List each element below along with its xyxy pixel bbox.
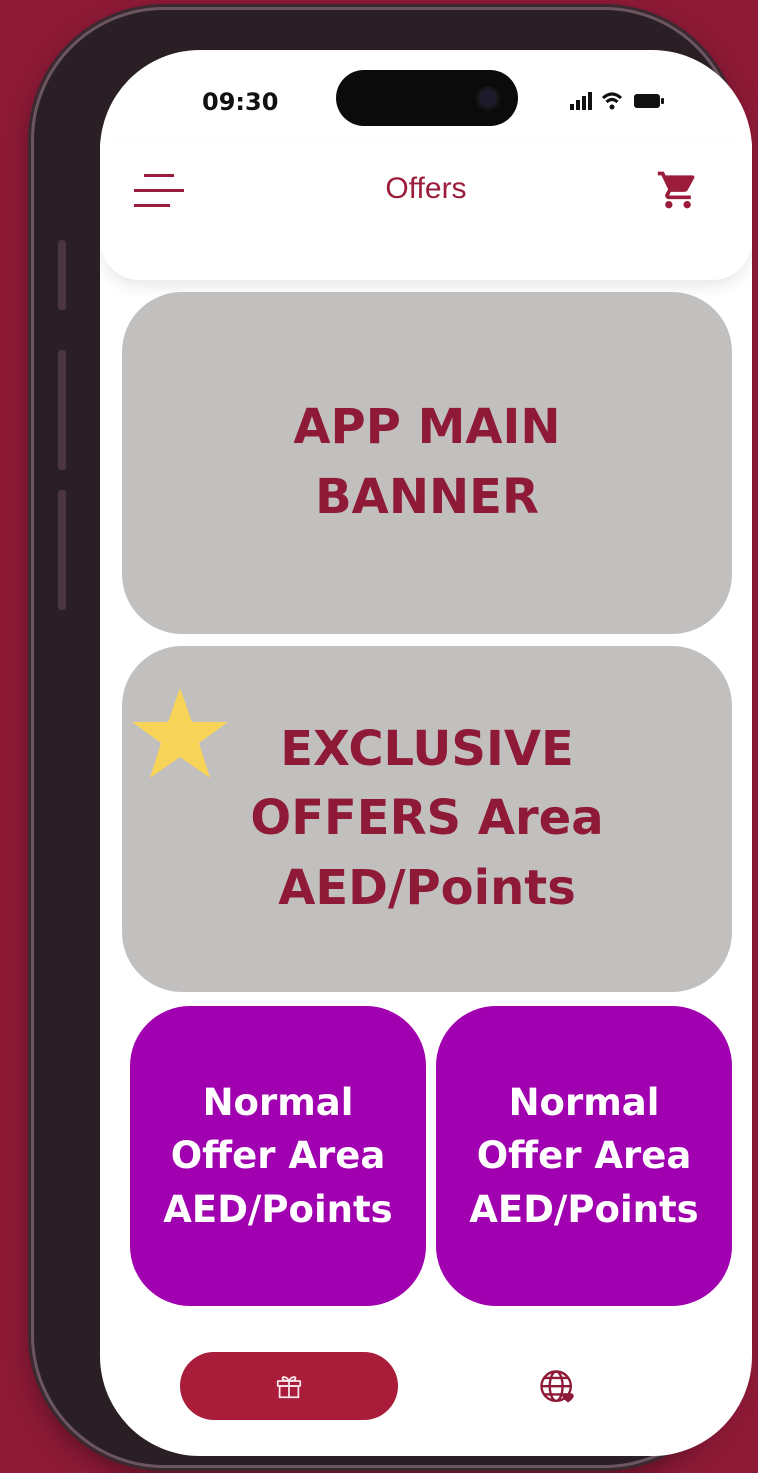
cart-button[interactable] <box>656 168 700 212</box>
side-button <box>58 240 66 310</box>
wifi-icon <box>602 92 622 110</box>
app-header: Offers <box>100 140 752 280</box>
side-button <box>58 490 66 610</box>
page-title: Offers <box>385 172 467 205</box>
offer-line: Normal <box>508 1080 660 1124</box>
exclusive-line: OFFERS Area <box>250 790 604 847</box>
offer-line: Normal <box>202 1080 354 1124</box>
globe-icon <box>540 1370 574 1403</box>
banner-line: APP MAIN <box>293 399 561 456</box>
dynamic-island <box>336 70 518 126</box>
screen: 09:30 Offers APP MAIN BANNER EXCLUSIVE O… <box>100 50 752 1456</box>
camera-icon <box>476 86 500 110</box>
tab-offers[interactable] <box>180 1352 398 1420</box>
tab-language[interactable] <box>536 1366 580 1410</box>
offer-line: AED/Points <box>469 1187 699 1231</box>
signal-icon <box>570 92 592 110</box>
normal-offer-card[interactable]: Normal Offer Area AED/Points <box>130 1006 426 1306</box>
status-icons <box>570 92 664 110</box>
gift-icon <box>276 1376 302 1399</box>
side-button <box>58 350 66 470</box>
normal-offer-card[interactable]: Normal Offer Area AED/Points <box>436 1006 732 1306</box>
exclusive-line: EXCLUSIVE <box>280 720 574 777</box>
banner-line: BANNER <box>315 469 539 525</box>
status-time: 09:30 <box>202 88 279 116</box>
exclusive-line: AED/Points <box>278 859 576 916</box>
offer-line: AED/Points <box>163 1187 393 1231</box>
cart-icon <box>657 171 695 209</box>
main-banner[interactable]: APP MAIN BANNER <box>122 292 732 634</box>
offer-line: Offer Area <box>170 1134 386 1178</box>
offer-line: Offer Area <box>476 1134 692 1178</box>
star-icon <box>132 688 228 778</box>
phone-frame: 09:30 Offers APP MAIN BANNER EXCLUSIVE O… <box>34 10 752 1465</box>
battery-icon <box>634 94 664 108</box>
